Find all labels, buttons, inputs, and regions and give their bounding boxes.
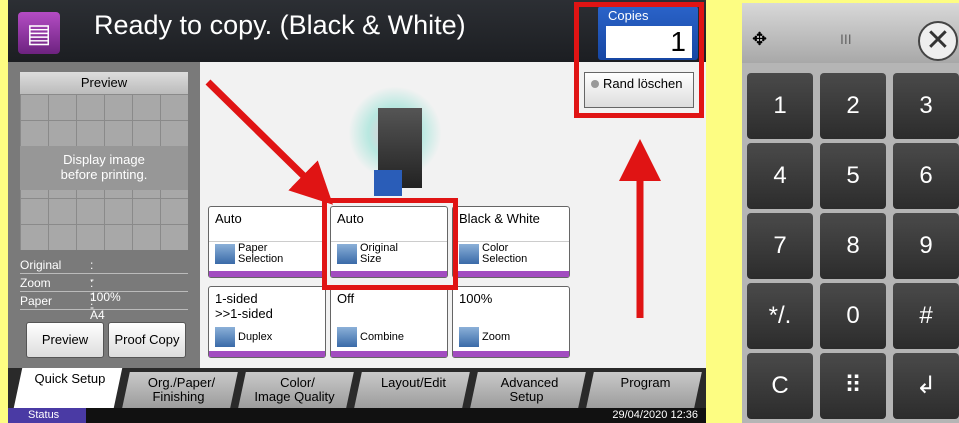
tab-quick-setup[interactable]: Quick Setup <box>13 368 123 408</box>
key-0[interactable]: 0 <box>820 283 886 349</box>
tab-program[interactable]: Program <box>586 372 702 408</box>
arrow-icon <box>205 79 333 205</box>
tab-label: Image Quality <box>254 389 335 404</box>
drag-handle[interactable]: III <box>840 31 852 47</box>
tab-label: Layout/Edit <box>380 375 447 390</box>
tab-layout-edit[interactable]: Layout/Edit <box>354 372 470 408</box>
highlight-frame <box>322 198 458 290</box>
key-5[interactable]: 5 <box>820 143 886 209</box>
tab-label: Quick Setup <box>34 371 106 386</box>
copier-screen: ▤ Ready to copy. (Black & White) Copies … <box>8 0 706 423</box>
key-4[interactable]: 4 <box>747 143 813 209</box>
tab-label: Advanced <box>500 375 559 390</box>
tab-label: Finishing <box>152 389 205 404</box>
key-6[interactable]: 6 <box>893 143 959 209</box>
key-8[interactable]: 8 <box>820 213 886 279</box>
status-bar: Status 29/04/2020 12:36 <box>8 408 706 423</box>
keypad-header: ✥ III ✕ <box>742 3 959 63</box>
key-3[interactable]: 3 <box>893 73 959 139</box>
datetime: 29/04/2020 12:36 <box>612 409 698 421</box>
key-2[interactable]: 2 <box>820 73 886 139</box>
status-button[interactable]: Status <box>8 408 86 423</box>
tab-bar: Quick Setup Org./Paper/Finishing Color/I… <box>8 368 706 408</box>
highlight-frame <box>574 2 704 118</box>
numeric-keypad: ✥ III ✕ 1 2 3 4 5 6 7 8 9 */. 0 # C ⠿ ↲ <box>742 3 959 423</box>
tab-label: Color/ <box>280 375 315 390</box>
key-clear[interactable]: C <box>747 353 813 419</box>
key-enter[interactable]: ↲ <box>893 353 959 419</box>
tab-label: Org./Paper/ <box>147 375 216 390</box>
key-9[interactable]: 9 <box>893 213 959 279</box>
close-icon[interactable]: ✕ <box>918 21 958 61</box>
tab-label: Setup <box>509 389 544 404</box>
key-grid[interactable]: ⠿ <box>820 353 886 419</box>
tab-advanced-setup[interactable]: Advanced Setup <box>470 372 586 408</box>
tab-color-image-quality[interactable]: Color/Image Quality <box>238 372 354 408</box>
key-hash[interactable]: # <box>893 283 959 349</box>
key-7[interactable]: 7 <box>747 213 813 279</box>
move-icon[interactable]: ✥ <box>752 29 767 50</box>
tab-org-paper-finishing[interactable]: Org./Paper/Finishing <box>122 372 238 408</box>
key-star-dot[interactable]: */. <box>747 283 813 349</box>
tab-label: Program <box>620 375 671 390</box>
key-1[interactable]: 1 <box>747 73 813 139</box>
